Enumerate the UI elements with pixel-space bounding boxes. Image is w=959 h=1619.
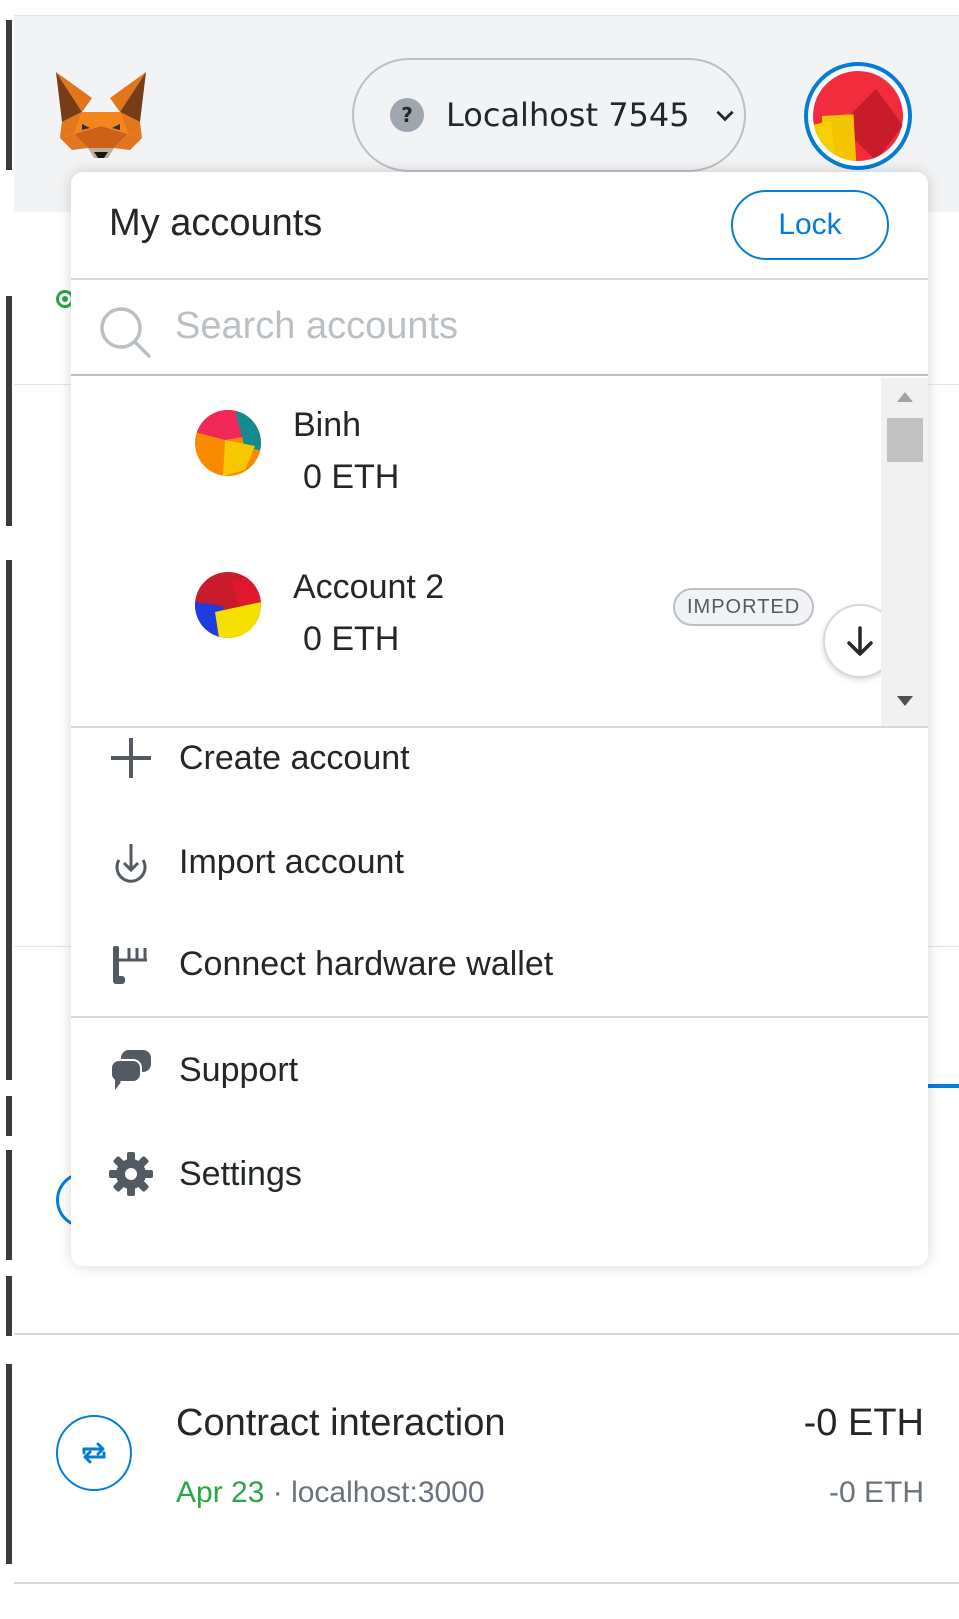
contract-interaction-icon — [56, 1415, 132, 1491]
support-label: Support — [179, 1050, 299, 1089]
account-item-binh[interactable]: Binh 0 ETH — [71, 378, 881, 538]
transaction-subtitle: Apr 23 · localhost:3000 — [176, 1476, 485, 1510]
search-icon — [100, 307, 151, 358]
plus-icon — [107, 734, 155, 782]
gear-icon — [107, 1150, 155, 1198]
account-identicon — [195, 410, 261, 476]
connect-hardware-wallet-label: Connect hardware wallet — [179, 944, 554, 983]
account-menu-avatar[interactable] — [804, 62, 912, 170]
scroll-down-arrow-icon[interactable] — [897, 696, 913, 706]
account-menu-title: My accounts — [109, 202, 323, 244]
create-account-button[interactable]: Create account — [71, 706, 928, 810]
identicon — [813, 71, 903, 161]
transaction-amount: -0 ETH — [803, 1402, 924, 1444]
account-list-scrollbar[interactable] — [881, 378, 928, 726]
settings-button[interactable]: Settings — [71, 1122, 928, 1226]
imported-badge: IMPORTED — [673, 588, 815, 626]
lock-button[interactable]: Lock — [731, 190, 889, 260]
arrow-down-icon — [847, 626, 873, 656]
account-name: Account 2 — [293, 568, 445, 606]
hardware-wallet-icon — [107, 940, 155, 988]
question-mark-icon: ? — [390, 98, 424, 132]
account-item-account-2[interactable]: Account 2 0 ETH IMPORTED — [71, 540, 881, 700]
top-edge — [14, 0, 959, 16]
window-left-edge — [0, 0, 14, 1619]
transaction-title[interactable]: Contract interaction — [176, 1402, 506, 1445]
account-identicon — [195, 572, 261, 638]
create-account-label: Create account — [179, 738, 410, 777]
metamask-fox-logo[interactable] — [52, 68, 150, 160]
scrollbar-thumb[interactable] — [887, 418, 923, 462]
search-input[interactable] — [175, 294, 875, 358]
account-name: Binh — [293, 406, 362, 444]
settings-label: Settings — [179, 1154, 302, 1193]
account-balance: 0 ETH — [303, 458, 400, 496]
support-button[interactable]: Support — [71, 1018, 928, 1122]
chevron-down-icon — [716, 110, 734, 122]
transaction-amount-secondary: -0 ETH — [828, 1476, 924, 1509]
account-balance: 0 ETH — [303, 620, 400, 658]
import-account-label: Import account — [179, 842, 404, 881]
divider — [14, 1582, 959, 1584]
network-selector[interactable]: ? Localhost 7545 — [352, 58, 746, 172]
network-label: Localhost 7545 — [446, 96, 690, 134]
scroll-up-arrow-icon[interactable] — [897, 392, 913, 402]
transaction-origin: localhost:3000 — [291, 1476, 485, 1509]
account-menu-header: My accounts Lock — [71, 172, 928, 280]
account-list: Binh 0 ETH Account 2 0 ETH IMPORTED — [71, 378, 928, 728]
transaction-date: Apr 23 — [176, 1476, 265, 1509]
connect-hardware-wallet-button[interactable]: Connect hardware wallet — [71, 912, 928, 1016]
separator-dot: · — [272, 1476, 283, 1509]
divider — [14, 1333, 959, 1335]
import-icon — [107, 838, 155, 886]
chat-icon — [107, 1046, 155, 1094]
account-menu: My accounts Lock Binh 0 ETH — [71, 172, 928, 1266]
account-search — [71, 280, 928, 376]
import-account-button[interactable]: Import account — [71, 810, 928, 914]
